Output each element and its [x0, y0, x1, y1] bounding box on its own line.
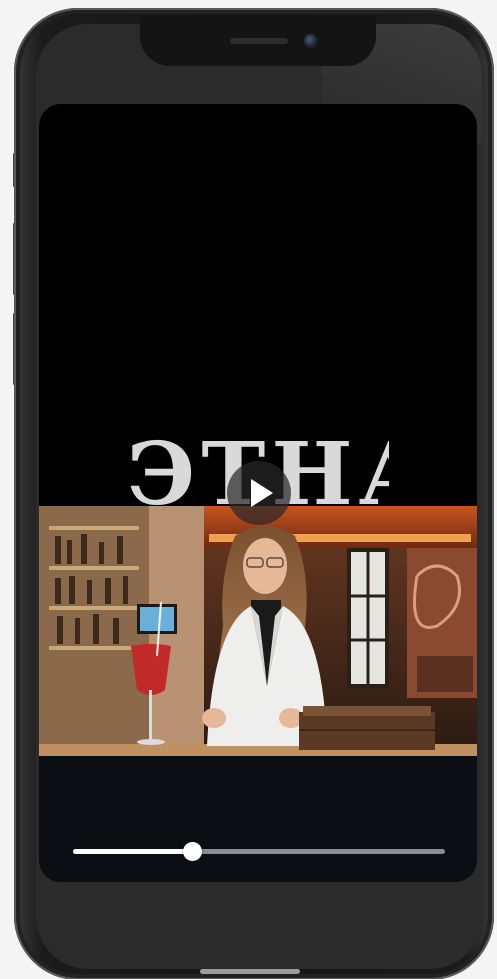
video-frame[interactable]: [39, 506, 477, 756]
notch: [140, 16, 376, 66]
page-canvas: ЭТНА: [0, 0, 497, 979]
progress-scrubber-handle[interactable]: [183, 842, 203, 861]
play-button[interactable]: [227, 461, 291, 525]
earpiece-speaker-icon: [230, 38, 288, 44]
video-player-screen[interactable]: ЭТНА: [39, 104, 477, 882]
home-indicator: [200, 969, 300, 974]
playback-progress-slider[interactable]: [73, 842, 445, 861]
play-icon: [251, 479, 273, 507]
progress-played-fill: [73, 849, 193, 854]
player-controls-bar: [39, 756, 477, 882]
front-camera-icon: [304, 34, 318, 48]
restaurant-scene-image: [39, 506, 477, 756]
